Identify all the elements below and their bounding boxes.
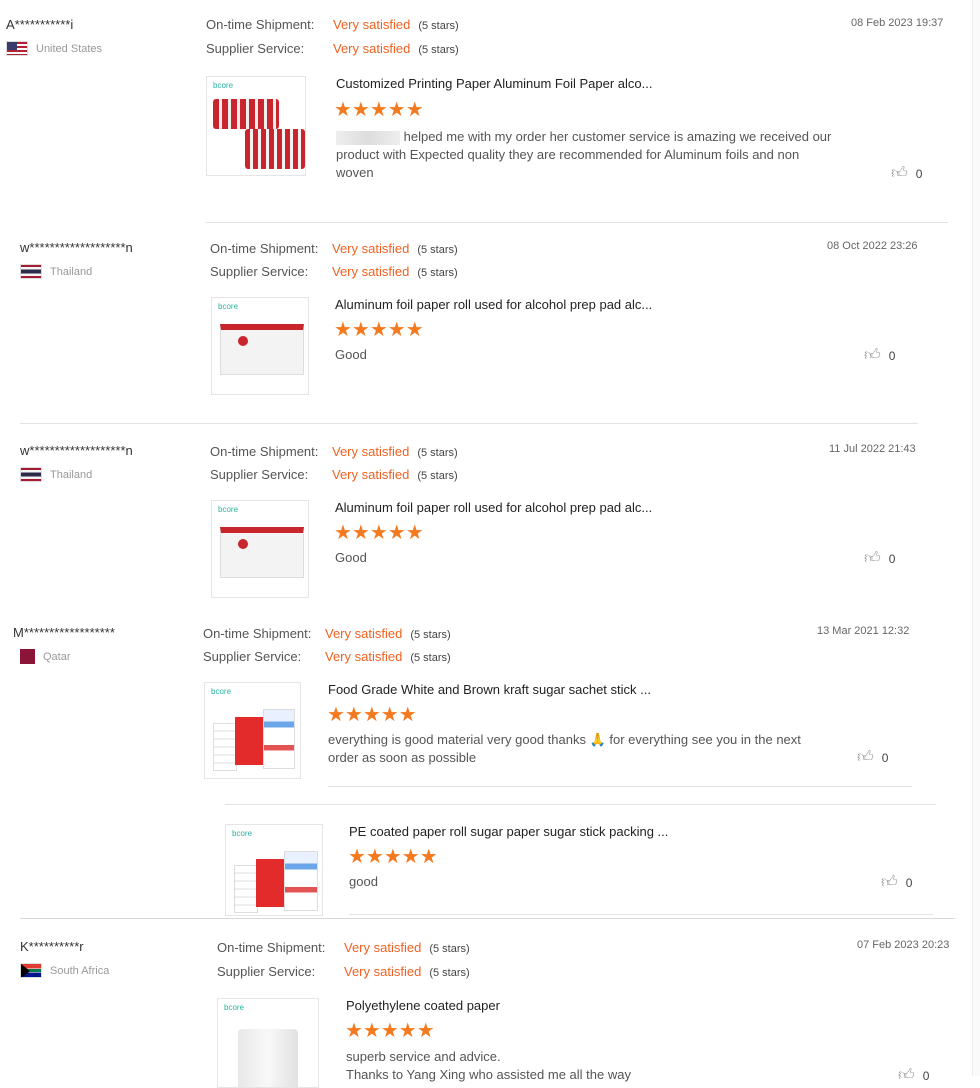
- service-rating: Supplier Service: Very satisfied (5 star…: [217, 964, 470, 979]
- reviewer-name: w*******************n: [20, 240, 133, 255]
- product-title[interactable]: Polyethylene coated paper: [346, 998, 500, 1013]
- like-count: 0: [915, 166, 923, 181]
- review-text: Good: [335, 550, 367, 565]
- like-count: 0: [905, 875, 913, 890]
- divider: [20, 423, 918, 424]
- country-name: Thailand: [50, 468, 93, 481]
- divider: [225, 804, 936, 805]
- product-thumbnail[interactable]: bcore: [225, 824, 323, 916]
- review-stars: ★★★★★: [334, 522, 424, 544]
- service-rating: Supplier Service: Very satisfied (5 star…: [203, 649, 451, 664]
- review-text: good: [349, 874, 378, 889]
- divider: [349, 914, 933, 915]
- product-thumbnail[interactable]: bcore: [211, 297, 309, 395]
- review-stars: ★★★★★: [327, 704, 417, 726]
- product-title[interactable]: Aluminum foil paper roll used for alcoho…: [335, 500, 652, 515]
- like-button[interactable]: 👍︎ 0: [891, 164, 922, 183]
- product-title[interactable]: Customized Printing Paper Aluminum Foil …: [336, 76, 652, 91]
- service-rating: Supplier Service: Very satisfied (5 star…: [206, 41, 459, 56]
- shipment-rating: On-time Shipment: Very satisfied (5 star…: [210, 241, 458, 256]
- review-stars: ★★★★★: [348, 846, 438, 868]
- review-date: 07 Feb 2023 20:23: [857, 939, 950, 951]
- thailand-flag-icon: [20, 467, 42, 482]
- qatar-flag-icon: [20, 649, 35, 664]
- reviewer-name: M******************: [13, 625, 115, 640]
- review-stars: ★★★★★: [345, 1020, 435, 1042]
- thumbs-up-icon: 👍︎: [864, 550, 881, 567]
- review-text: superb service and advice.: [346, 1049, 501, 1064]
- review-text: everything is good material very good th…: [328, 732, 801, 765]
- us-flag-icon: [6, 41, 28, 56]
- review-stars: ★★★★★: [334, 319, 424, 341]
- thumbs-up-icon: 👍︎: [891, 165, 908, 182]
- reviewer-country: South Africa: [20, 963, 109, 978]
- shipment-rating: On-time Shipment: Very satisfied (5 star…: [206, 17, 459, 32]
- like-count: 0: [888, 348, 896, 363]
- review-stars: ★★★★★: [334, 99, 424, 121]
- review-date: 13 Mar 2021 12:32: [817, 625, 910, 637]
- country-name: South Africa: [50, 964, 110, 977]
- review-date: 08 Feb 2023 19:37: [851, 17, 944, 29]
- product-thumbnail[interactable]: bcore: [217, 998, 319, 1088]
- thailand-flag-icon: [20, 264, 42, 279]
- reviewer-country: Qatar: [20, 649, 71, 664]
- like-button[interactable]: 👍︎ 0: [881, 873, 912, 892]
- shipment-rating: On-time Shipment: Very satisfied (5 star…: [210, 444, 458, 459]
- country-name: Thailand: [50, 265, 93, 278]
- product-thumbnail[interactable]: bcore: [204, 682, 301, 779]
- redacted-name: [336, 130, 400, 145]
- divider: [20, 918, 955, 919]
- product-thumbnail[interactable]: bcore: [206, 76, 306, 176]
- review-date: 08 Oct 2022 23:26: [827, 240, 918, 252]
- country-name: United States: [36, 42, 103, 55]
- thumbs-up-icon: 👍︎: [881, 874, 898, 891]
- product-title[interactable]: Food Grade White and Brown kraft sugar s…: [328, 682, 651, 697]
- south-africa-flag-icon: [20, 963, 42, 978]
- review-date: 11 Jul 2022 21:43: [829, 443, 916, 455]
- reviewer-name: w*******************n: [20, 443, 133, 458]
- reviewer-country: United States: [6, 41, 102, 56]
- review-text: helped me with my order her customer ser…: [336, 129, 832, 180]
- reviewer-name: A***********i: [6, 17, 74, 32]
- product-title[interactable]: PE coated paper roll sugar paper sugar s…: [349, 824, 668, 839]
- divider: [328, 786, 912, 787]
- product-title[interactable]: Aluminum foil paper roll used for alcoho…: [335, 297, 652, 312]
- divider: [206, 222, 948, 223]
- like-button[interactable]: 👍︎ 0: [864, 549, 895, 568]
- review-text: Good: [335, 347, 367, 362]
- thumbs-up-icon: 👍︎: [857, 749, 874, 766]
- like-button[interactable]: 👍︎ 0: [864, 346, 895, 365]
- country-name: Qatar: [43, 650, 71, 663]
- like-count: 0: [888, 551, 896, 566]
- reviewer-name: K**********r: [20, 939, 84, 954]
- product-thumbnail[interactable]: bcore: [211, 500, 309, 598]
- shipment-rating: On-time Shipment: Very satisfied (5 star…: [217, 940, 470, 955]
- reviewer-country: Thailand: [20, 264, 92, 279]
- like-count: 0: [881, 750, 889, 765]
- like-button[interactable]: 👍︎ 0: [857, 748, 888, 767]
- thumbs-up-icon: 👍︎: [864, 347, 881, 364]
- service-rating: Supplier Service: Very satisfied (5 star…: [210, 467, 458, 482]
- shipment-rating: On-time Shipment: Very satisfied (5 star…: [203, 626, 451, 641]
- reviewer-country: Thailand: [20, 467, 92, 482]
- scrollbar[interactable]: [972, 0, 980, 1076]
- review-text-line2: Thanks to Yang Xing who assisted me all …: [346, 1067, 631, 1082]
- service-rating: Supplier Service: Very satisfied (5 star…: [210, 264, 458, 279]
